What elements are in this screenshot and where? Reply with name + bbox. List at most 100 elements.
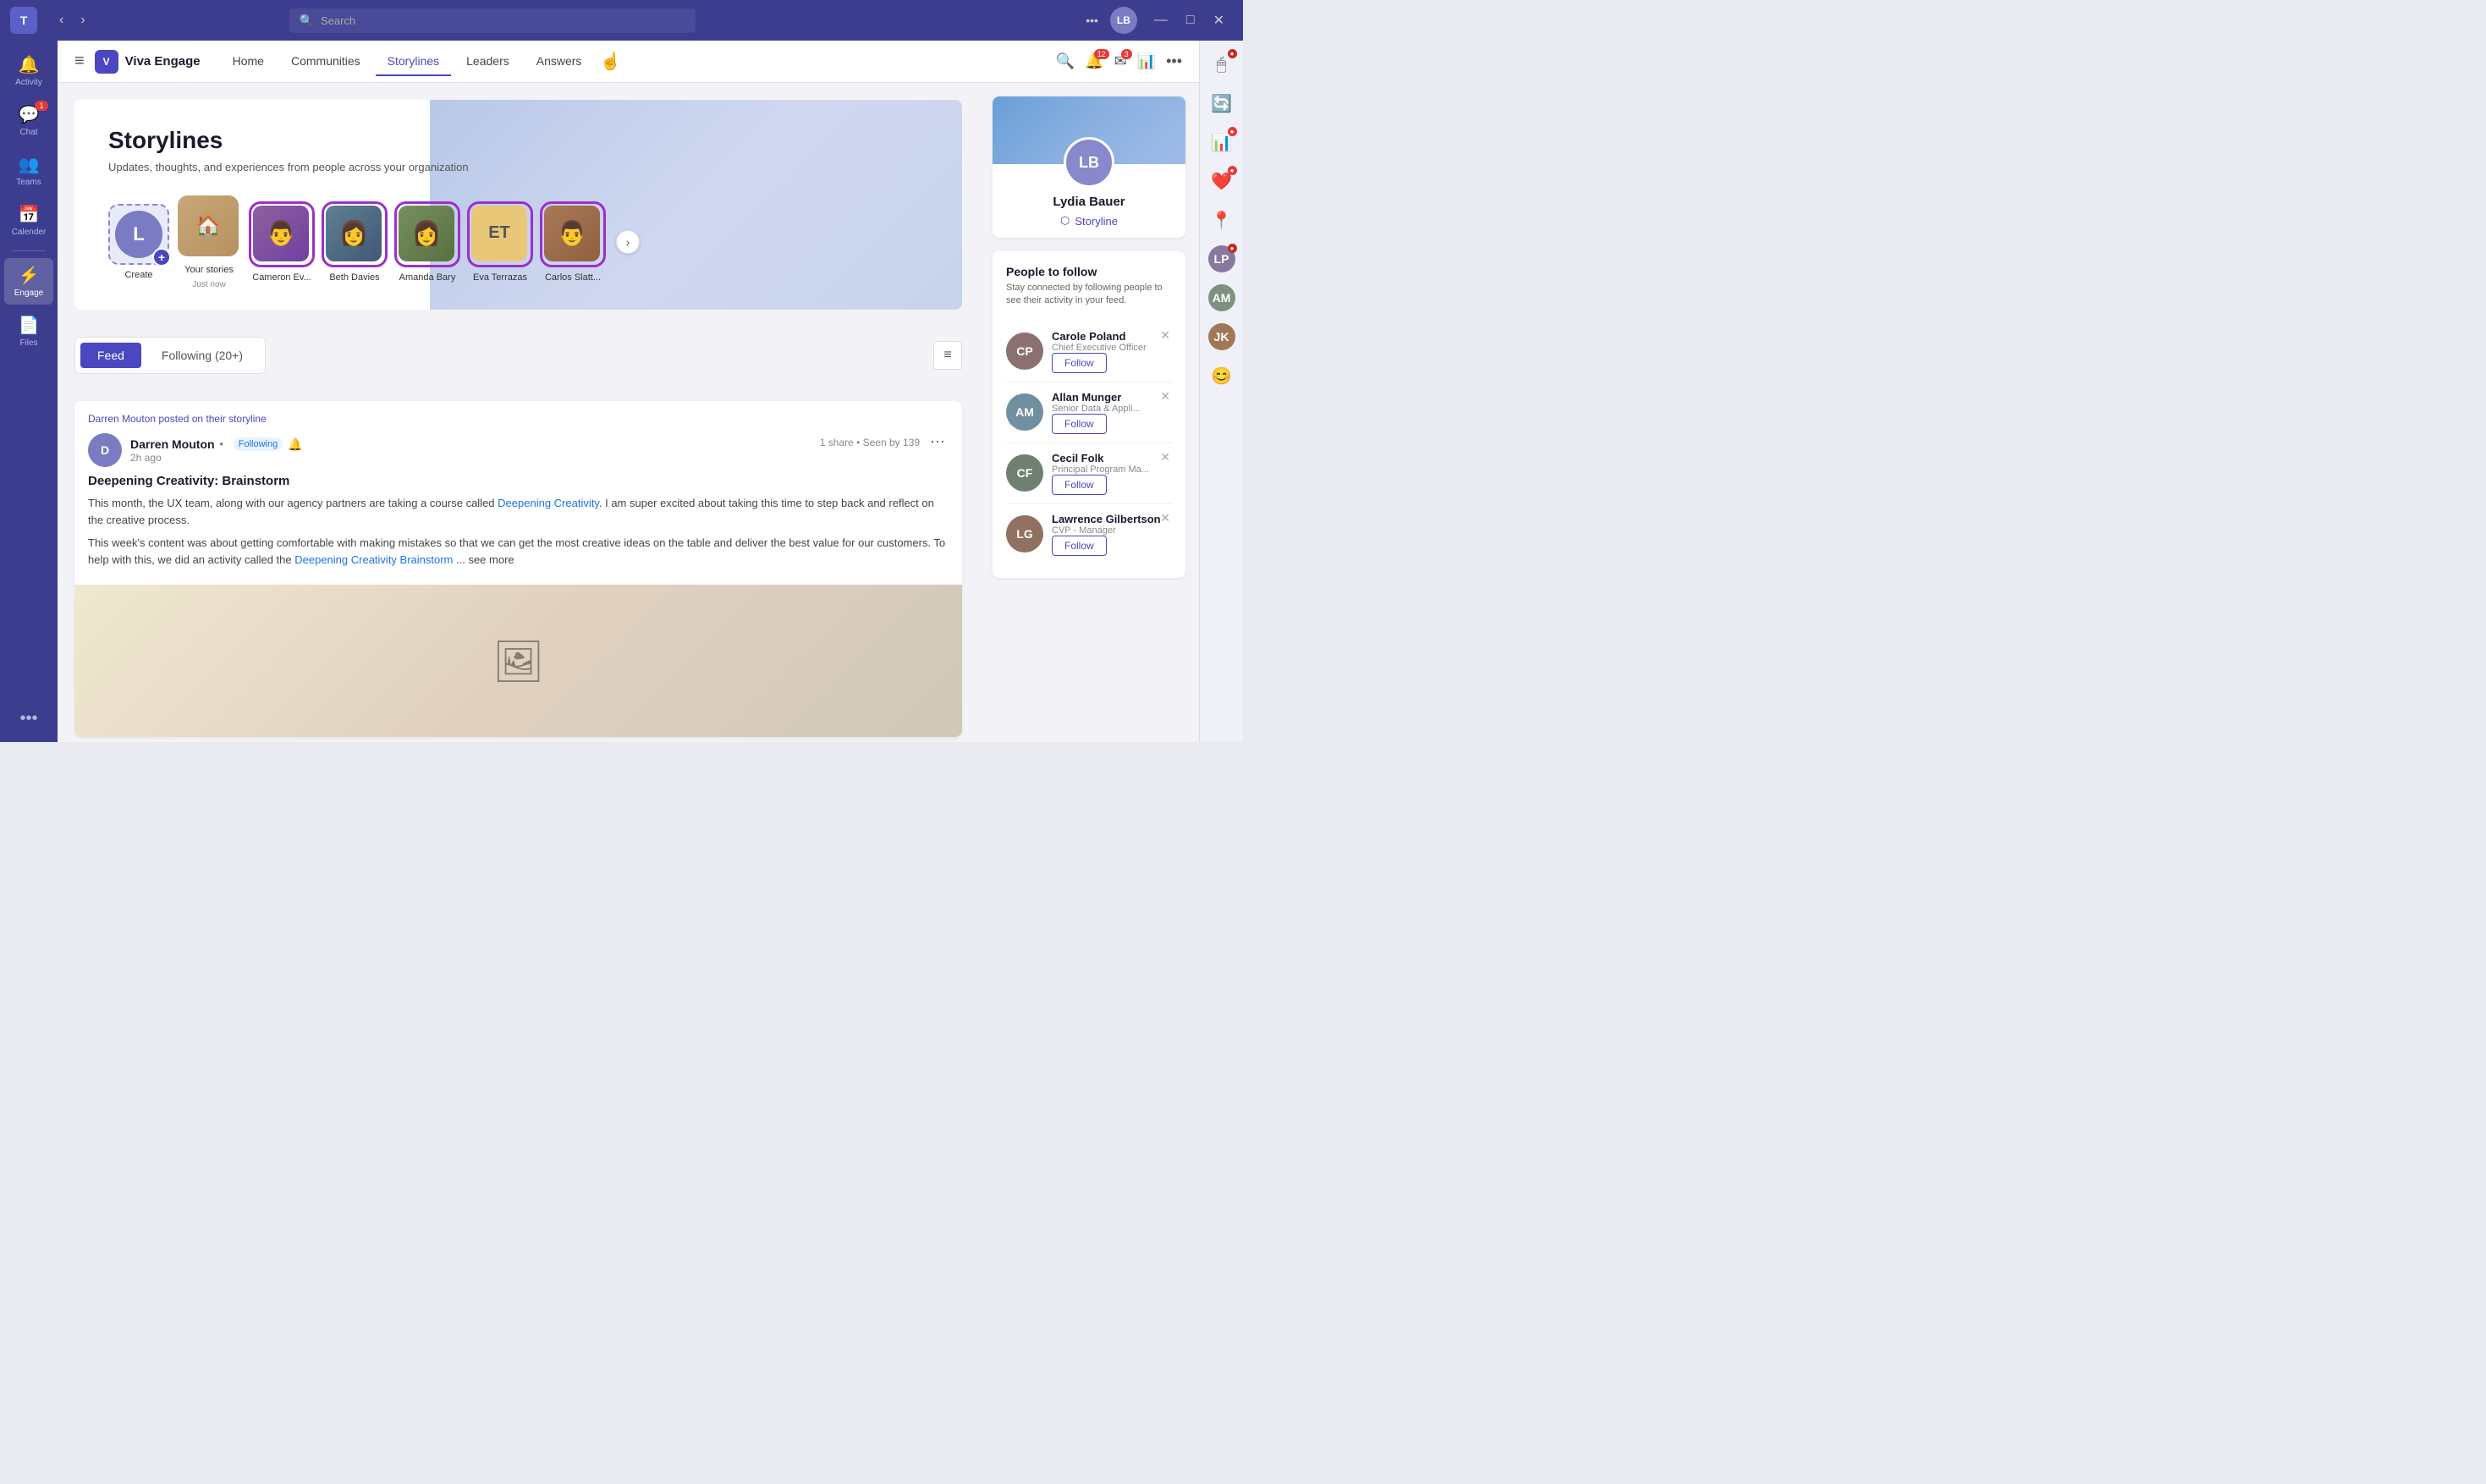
right-panel-person1[interactable]: LP ● xyxy=(1205,242,1239,276)
story-ring-amanda: 👩 xyxy=(394,201,460,267)
create-story-avatar[interactable]: L + xyxy=(108,204,169,265)
search-input[interactable] xyxy=(321,14,685,27)
story-carlos[interactable]: 👨 Carlos Slatt... xyxy=(540,201,606,283)
post-meta-line: Darren Mouton posted on their storyline xyxy=(88,413,949,425)
nav-back-button[interactable]: ‹ xyxy=(52,9,70,31)
dismiss-cecil-button[interactable]: ✕ xyxy=(1158,448,1172,466)
hero-subtitle: Updates, thoughts, and experiences from … xyxy=(108,161,928,173)
sidebar-label-chat: Chat xyxy=(19,128,37,137)
post-body: Deepening Creativity: Brainstorm This mo… xyxy=(74,474,962,585)
sidebar-item-activity[interactable]: 🔔 Activity xyxy=(4,47,53,94)
profile-avatar[interactable]: LB xyxy=(1064,137,1114,188)
notification-icon[interactable]: 🔔 xyxy=(288,437,302,452)
right-panel-heart[interactable]: ❤️ ● xyxy=(1205,164,1239,198)
maximize-button[interactable]: □ xyxy=(1178,8,1203,32)
post-link-1[interactable]: Deepening Creativity xyxy=(498,497,599,509)
follow-lawrence-button[interactable]: Follow xyxy=(1052,536,1107,556)
post-stats-row: 1 share • Seen by 139 ⋯ xyxy=(820,433,949,451)
nav-chart-button[interactable]: 📊 xyxy=(1137,52,1156,70)
nav-actions: 🔍 🔔12 ✉3 📊 ••• xyxy=(1056,52,1182,70)
menu-button[interactable]: ≡ xyxy=(74,52,85,71)
nav-bell-button[interactable]: 🔔12 xyxy=(1085,52,1103,70)
follow-allan-button[interactable]: Follow xyxy=(1052,414,1107,434)
right-panel-person3[interactable]: JK xyxy=(1205,320,1239,354)
person-lawrence: ✕ LG Lawrence Gilbertson CVP - Manager F… xyxy=(1006,504,1172,564)
more-options-button[interactable]: ••• xyxy=(1081,10,1103,30)
right-panel-location[interactable]: 📍 xyxy=(1205,203,1239,237)
right-panel-smiley[interactable]: 😊 xyxy=(1205,359,1239,393)
user-avatar[interactable]: LB xyxy=(1110,7,1137,34)
sidebar-item-engage[interactable]: ⚡ Engage xyxy=(4,258,53,305)
tab-feed[interactable]: Feed xyxy=(80,343,141,368)
post-author-avatar[interactable]: D xyxy=(88,433,122,467)
close-button[interactable]: ✕ xyxy=(1205,8,1233,32)
sidebar-item-teams[interactable]: 👥 Teams xyxy=(4,147,53,194)
msg-badge: 3 xyxy=(1121,49,1132,59)
story-beth[interactable]: 👩 Beth Davies xyxy=(322,201,388,283)
nav-logo: V Viva Engage xyxy=(95,50,201,74)
profile-storyline-link[interactable]: ⬡ Storyline xyxy=(1006,214,1172,228)
story-yours[interactable]: 🏠 Your stories Just now xyxy=(176,194,242,289)
sidebar-item-files[interactable]: 📄 Files xyxy=(4,308,53,355)
post-author-link[interactable]: Darren Mouton posted on their storyline xyxy=(88,413,267,425)
hero-section: Storylines Updates, thoughts, and experi… xyxy=(74,100,962,310)
post-author-row: D Darren Mouton • Following 🔔 2h ago xyxy=(88,433,949,467)
follow-carole-button[interactable]: Follow xyxy=(1052,353,1107,373)
post-text-1: This month, the UX team, along with our … xyxy=(88,495,949,528)
nav-forward-button[interactable]: › xyxy=(74,9,91,31)
story-create[interactable]: L + Create xyxy=(108,204,169,280)
activity-icon: 🔔 xyxy=(19,54,40,75)
person-allan: ✕ AM Allan Munger Senior Data & Appli...… xyxy=(1006,382,1172,443)
dismiss-carole-button[interactable]: ✕ xyxy=(1158,327,1172,344)
feed-filter-button[interactable]: ≡ xyxy=(933,341,962,370)
nav-more-button[interactable]: ••• xyxy=(1166,52,1182,70)
stories-next-button[interactable]: › xyxy=(616,230,640,254)
sidebar-more-button[interactable]: ••• xyxy=(13,702,44,735)
post-image: 🖼 xyxy=(74,585,962,737)
sidebar-item-calendar[interactable]: 📅 Calender xyxy=(4,197,53,244)
feed-tabs: Feed Following (20+) xyxy=(74,337,266,374)
post-card: Darren Mouton posted on their storyline … xyxy=(74,401,962,737)
people-section: People to follow Stay connected by follo… xyxy=(993,251,1185,578)
nav-item-storylines[interactable]: Storylines xyxy=(376,47,451,76)
nav-item-answers[interactable]: Answers xyxy=(525,47,594,76)
nav-search-button[interactable]: 🔍 xyxy=(1056,52,1075,70)
lawrence-name: Lawrence Gilbertson xyxy=(1052,513,1172,525)
nav-item-leaders[interactable]: Leaders xyxy=(454,47,521,76)
app-layout: 🔔 Activity 💬 1 Chat 👥 Teams 📅 Calender ⚡… xyxy=(0,41,1243,742)
right-panel-chart[interactable]: 📊 ● xyxy=(1205,125,1239,159)
post-text-2: This week's content was about getting co… xyxy=(88,535,949,568)
right-panel-refresh[interactable]: 🔄 xyxy=(1205,86,1239,120)
people-title: People to follow xyxy=(1006,265,1172,278)
right-panel-cursor[interactable]: 🖱 ● xyxy=(1205,47,1239,81)
left-sidebar: 🔔 Activity 💬 1 Chat 👥 Teams 📅 Calender ⚡… xyxy=(0,41,58,742)
story-eva[interactable]: ET Eva Terrazas xyxy=(467,201,533,283)
title-search-bar[interactable]: 🔍 xyxy=(289,8,696,33)
post-link-2[interactable]: Deepening Creativity Brainstorm xyxy=(294,553,453,566)
allan-avatar: AM xyxy=(1006,393,1043,431)
nav-msg-button[interactable]: ✉3 xyxy=(1114,52,1127,70)
post-more-button[interactable]: ⋯ xyxy=(927,433,949,451)
dismiss-allan-button[interactable]: ✕ xyxy=(1158,387,1172,405)
post-header: Darren Mouton posted on their storyline … xyxy=(74,401,962,474)
right-panel: 🖱 ● 🔄 📊 ● ❤️ ● 📍 LP ● AM JK 😊 xyxy=(1199,41,1243,742)
dismiss-lawrence-button[interactable]: ✕ xyxy=(1158,509,1172,527)
post-author-name[interactable]: Darren Mouton xyxy=(130,437,215,451)
cecil-avatar: CF xyxy=(1006,454,1043,492)
sidebar-item-chat[interactable]: 💬 1 Chat xyxy=(4,97,53,144)
tab-following[interactable]: Following (20+) xyxy=(145,343,260,368)
story-cameron[interactable]: 👨 Cameron Ev... xyxy=(249,201,315,283)
nav-item-communities[interactable]: Communities xyxy=(279,47,372,76)
allan-role: Senior Data & Appli... xyxy=(1052,404,1172,414)
right-panel-person2[interactable]: AM xyxy=(1205,281,1239,315)
teams-logo: T xyxy=(10,7,37,34)
carole-info: Carole Poland Chief Executive Officer Fo… xyxy=(1052,330,1172,373)
profile-card: LB Lydia Bauer ⬡ Storyline xyxy=(993,96,1185,238)
minimize-button[interactable]: — xyxy=(1146,8,1176,32)
allan-info: Allan Munger Senior Data & Appli... Foll… xyxy=(1052,391,1172,434)
story-ring-cameron: 👨 xyxy=(249,201,315,267)
follow-cecil-button[interactable]: Follow xyxy=(1052,475,1107,495)
story-amanda[interactable]: 👩 Amanda Bary xyxy=(394,201,460,283)
cecil-name: Cecil Folk xyxy=(1052,452,1172,464)
nav-item-home[interactable]: Home xyxy=(221,47,276,76)
